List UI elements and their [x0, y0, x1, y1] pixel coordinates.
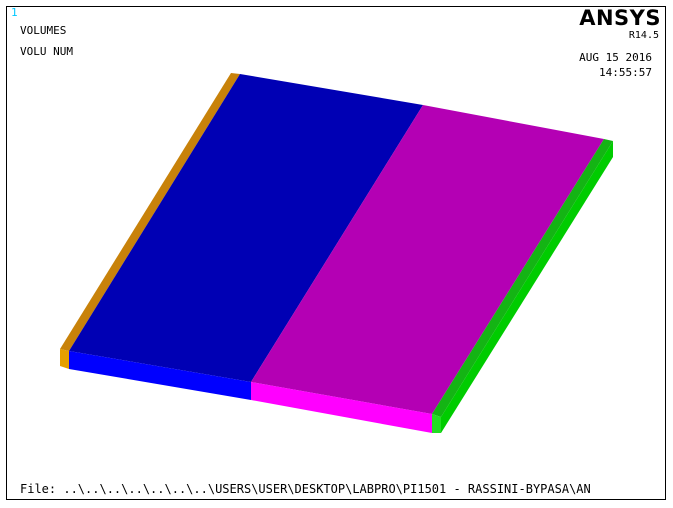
volume-left-edge-front[interactable] — [60, 349, 69, 369]
volume-model[interactable] — [0, 0, 673, 508]
file-path-footer: File: ..\..\..\..\..\..\..\USERS\USER\DE… — [20, 482, 591, 496]
graphics-window[interactable]: 1 VOLUMES VOLU NUM ANSYS R14.5 AUG 15 20… — [0, 0, 673, 508]
volume-right-edge-front[interactable] — [432, 414, 441, 433]
